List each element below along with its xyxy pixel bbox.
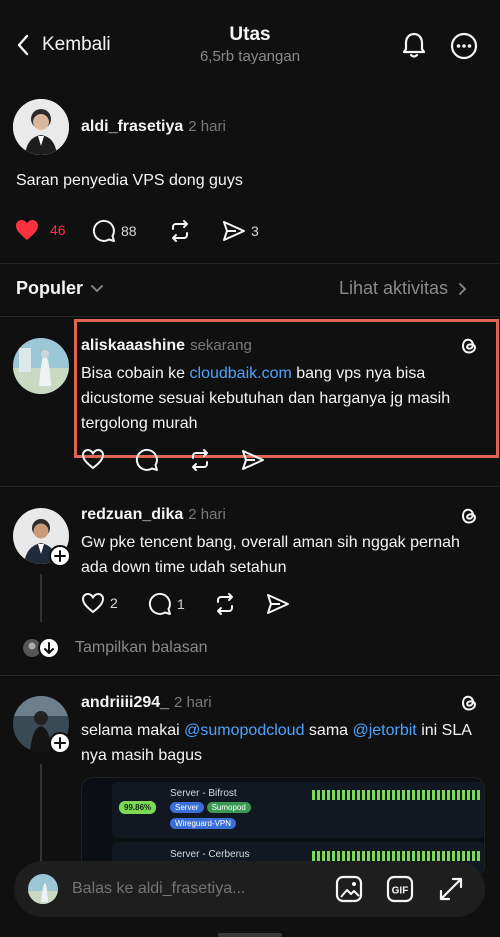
server-tag: Server xyxy=(170,802,204,813)
comment-button[interactable]: 88 xyxy=(92,219,137,243)
heart-outline-icon xyxy=(81,592,105,614)
repost-button[interactable] xyxy=(168,219,192,243)
threads-logo-icon xyxy=(458,505,480,527)
uptime-bars xyxy=(312,851,480,861)
notification-button[interactable] xyxy=(399,30,429,60)
follow-button[interactable] xyxy=(49,545,71,567)
image-button[interactable] xyxy=(335,875,363,903)
threads-logo-icon xyxy=(458,692,480,714)
show-replies-label: Tampilkan balasan xyxy=(75,639,208,656)
mention-link[interactable]: @jetorbit xyxy=(352,722,416,739)
repost-icon xyxy=(172,220,188,242)
reply-input[interactable] xyxy=(72,876,272,902)
sort-label: Populer xyxy=(16,278,84,298)
more-options-button[interactable] xyxy=(449,31,479,61)
expand-button[interactable] xyxy=(437,875,465,903)
post-text: Saran penyedia VPS dong guys xyxy=(16,172,243,189)
like-button[interactable]: 2 xyxy=(81,592,118,614)
share-count: 3 xyxy=(251,223,259,239)
reply-text: Bisa cobain ke cloudbaik.com bang vps ny… xyxy=(81,365,451,432)
svg-text:GIF: GIF xyxy=(392,886,409,897)
reply-composer: GIF xyxy=(14,861,485,917)
view-count: 6,5rb tayangan xyxy=(199,48,301,65)
send-icon xyxy=(242,450,264,470)
avatar[interactable] xyxy=(13,338,69,394)
repost-button[interactable] xyxy=(188,448,212,472)
gif-icon: GIF xyxy=(386,875,414,903)
send-icon xyxy=(223,221,245,241)
divider xyxy=(0,316,500,317)
avatar[interactable] xyxy=(13,99,69,155)
post-time: 2 hari xyxy=(188,118,226,135)
gif-button[interactable]: GIF xyxy=(386,875,414,903)
divider xyxy=(0,675,500,676)
server-name: Server - Cerberus xyxy=(170,849,250,860)
comment-button[interactable]: 1 xyxy=(148,592,185,616)
back-button[interactable]: Kembali xyxy=(16,30,111,60)
page-title: Utas xyxy=(229,24,271,45)
like-count: 2 xyxy=(110,595,118,611)
comment-count: 1 xyxy=(177,596,185,612)
chevron-down-icon xyxy=(91,284,103,292)
thread-line xyxy=(40,764,42,864)
expand-icon xyxy=(439,877,463,901)
chevron-right-icon xyxy=(459,282,467,295)
post-username[interactable]: aldi_frasetiya xyxy=(81,118,183,135)
mention-link[interactable]: @sumopodcloud xyxy=(184,722,304,739)
activity-link[interactable]: Lihat aktivitas xyxy=(339,278,468,299)
more-icon xyxy=(450,32,478,60)
avatar xyxy=(28,874,58,904)
like-button[interactable] xyxy=(81,448,105,470)
repost-icon xyxy=(217,593,233,615)
comment-button[interactable] xyxy=(135,448,159,472)
comment-icon xyxy=(148,592,171,615)
image-icon xyxy=(335,875,363,903)
reply-username[interactable]: andriiii294_ xyxy=(81,694,169,711)
replier-avatars-icon xyxy=(23,637,60,659)
like-button[interactable]: 46 xyxy=(15,219,66,241)
comment-icon xyxy=(92,219,115,242)
back-label: Kembali xyxy=(42,34,111,55)
repost-button[interactable] xyxy=(213,592,237,616)
thread-line xyxy=(40,574,42,622)
reply-time: 2 hari xyxy=(174,694,212,711)
threads-logo-icon xyxy=(458,335,480,357)
comment-icon xyxy=(135,448,158,471)
divider xyxy=(0,263,500,264)
share-button[interactable] xyxy=(241,448,265,472)
reply-text: Gw pke tencent bang, overall aman sih ng… xyxy=(81,534,460,576)
uptime-bars xyxy=(312,790,480,800)
reply-text: selama makai @sumopodcloud sama @jetorbi… xyxy=(81,722,472,764)
sort-dropdown[interactable]: Populer xyxy=(16,278,104,299)
bell-icon xyxy=(402,32,426,58)
follow-button[interactable] xyxy=(49,732,71,754)
share-button[interactable]: 3 xyxy=(222,219,259,243)
chevron-left-icon xyxy=(17,34,29,56)
show-replies-button[interactable]: Tampilkan balasan xyxy=(21,637,208,659)
divider xyxy=(0,486,500,487)
send-icon xyxy=(267,594,289,614)
heart-outline-icon xyxy=(81,448,105,470)
reply-time: 2 hari xyxy=(188,506,226,523)
home-indicator xyxy=(218,933,282,937)
server-tag: Wireguard-VPN xyxy=(170,818,237,829)
server-name: Server - Bifrost xyxy=(170,788,237,799)
share-button[interactable] xyxy=(266,592,290,616)
activity-label: Lihat aktivitas xyxy=(339,278,449,298)
reply-username[interactable]: aliskaaashine xyxy=(81,337,185,354)
heart-icon xyxy=(16,220,38,240)
like-count: 46 xyxy=(50,222,66,238)
server-tag: Sumopod xyxy=(206,802,251,813)
reply-time: sekarang xyxy=(190,337,252,354)
repost-icon xyxy=(192,449,208,471)
reply-username[interactable]: redzuan_dika xyxy=(81,506,183,523)
uptime-badge: 99.86% xyxy=(119,801,157,814)
plus-icon xyxy=(54,737,66,749)
comment-count: 88 xyxy=(121,223,137,239)
plus-icon xyxy=(54,550,66,562)
reply-link[interactable]: cloudbaik.com xyxy=(190,365,292,382)
